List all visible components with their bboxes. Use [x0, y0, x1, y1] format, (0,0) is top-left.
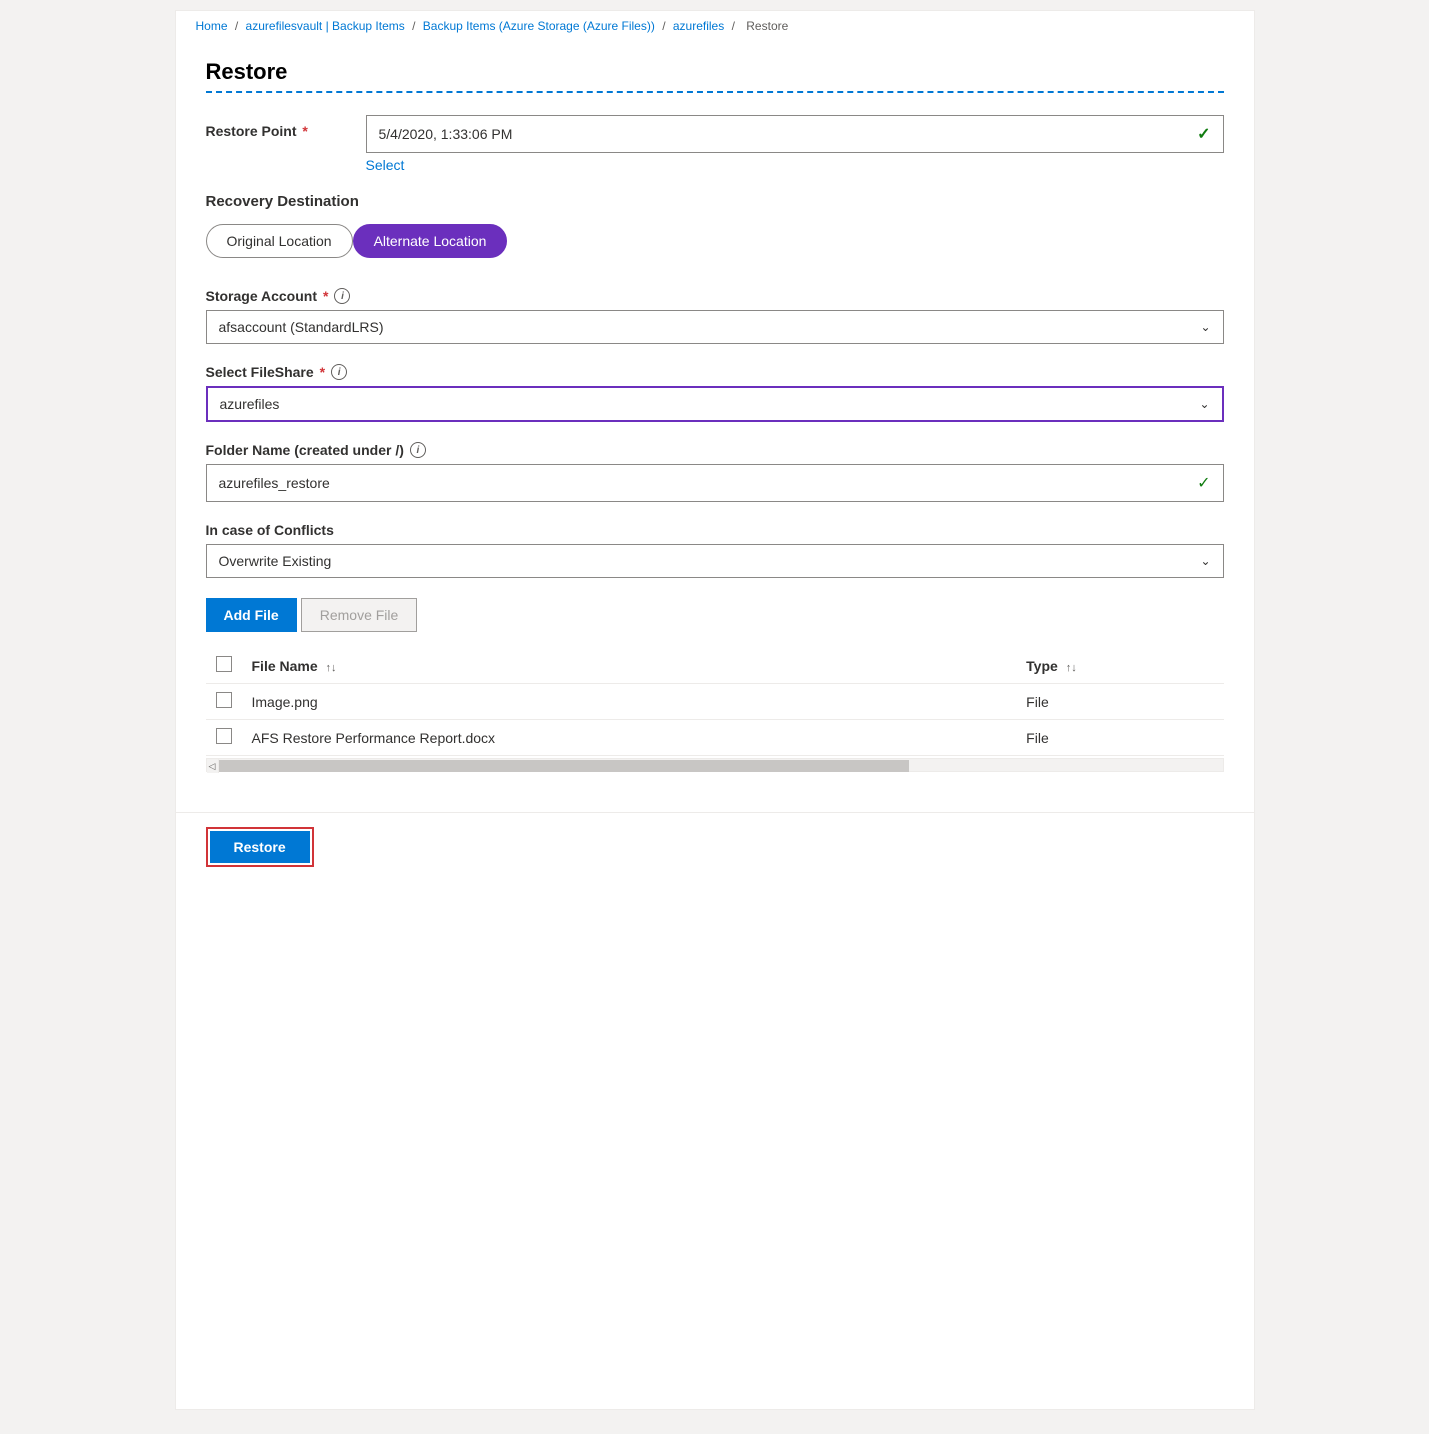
storage-account-value: afsaccount (StandardLRS): [219, 319, 384, 335]
file-type-sort-icon[interactable]: ↑↓: [1066, 662, 1077, 674]
folder-name-value: azurefiles_restore: [219, 475, 330, 491]
row-filename: AFS Restore Performance Report.docx: [242, 720, 1017, 756]
table-header-row: File Name ↑↓ Type ↑↓: [206, 648, 1224, 684]
breadcrumb-sep-4: /: [732, 19, 735, 33]
restore-point-wrapper: 5/4/2020, 1:33:06 PM ✓ Select: [366, 115, 1224, 173]
breadcrumb-vault[interactable]: azurefilesvault | Backup Items: [246, 19, 405, 33]
folder-name-info-icon[interactable]: i: [410, 442, 426, 458]
table-row: Image.png File: [206, 684, 1224, 720]
add-file-button[interactable]: Add File: [206, 598, 297, 632]
restore-point-input: 5/4/2020, 1:33:06 PM ✓: [366, 115, 1224, 153]
storage-account-info-icon[interactable]: i: [334, 288, 350, 304]
folder-name-section: Folder Name (created under /) i azurefil…: [206, 442, 1224, 502]
breadcrumb-sep-3: /: [662, 19, 665, 33]
file-table: File Name ↑↓ Type ↑↓ Image.png File: [206, 648, 1224, 756]
remove-file-button: Remove File: [301, 598, 418, 632]
restore-button[interactable]: Restore: [210, 831, 310, 863]
breadcrumb-sep-1: /: [235, 19, 238, 33]
conflicts-chevron-icon: ⌄: [1200, 554, 1210, 568]
fileshare-chevron-icon: ⌄: [1199, 397, 1209, 411]
original-location-btn[interactable]: Original Location: [206, 224, 353, 258]
bottom-bar: Restore: [176, 812, 1254, 881]
row-checkbox-cell[interactable]: [206, 684, 242, 720]
file-action-buttons: Add File Remove File: [206, 598, 1224, 632]
row-checkbox-cell[interactable]: [206, 720, 242, 756]
location-toggle: Original Location Alternate Location: [206, 224, 1224, 258]
table-row: AFS Restore Performance Report.docx File: [206, 720, 1224, 756]
storage-account-label: Storage Account * i: [206, 288, 1224, 304]
row-checkbox[interactable]: [216, 728, 232, 744]
folder-name-label: Folder Name (created under /) i: [206, 442, 1224, 458]
page-container: Home / azurefilesvault | Backup Items / …: [175, 10, 1255, 1410]
page-title: Restore: [206, 59, 1224, 85]
breadcrumb-restore: Restore: [746, 19, 788, 33]
restore-point-check-icon: ✓: [1197, 124, 1210, 144]
storage-account-section: Storage Account * i afsaccount (Standard…: [206, 288, 1224, 344]
folder-name-check-icon: ✓: [1197, 473, 1210, 493]
title-divider: [206, 91, 1224, 93]
restore-point-label: Restore Point *: [206, 115, 366, 139]
select-link[interactable]: Select: [366, 157, 405, 173]
file-table-body: Image.png File AFS Restore Performance R…: [206, 684, 1224, 756]
breadcrumb: Home / azurefilesvault | Backup Items / …: [176, 11, 1254, 39]
breadcrumb-azurefiles[interactable]: azurefiles: [673, 19, 724, 33]
file-type-header[interactable]: Type ↑↓: [1016, 648, 1223, 684]
file-name-header[interactable]: File Name ↑↓: [242, 648, 1017, 684]
alternate-location-btn[interactable]: Alternate Location: [353, 224, 508, 258]
folder-name-input[interactable]: azurefiles_restore ✓: [206, 464, 1224, 502]
conflicts-value: Overwrite Existing: [219, 553, 332, 569]
fileshare-dropdown[interactable]: azurefiles ⌄: [206, 386, 1224, 422]
row-filename: Image.png: [242, 684, 1017, 720]
breadcrumb-backup-items[interactable]: Backup Items (Azure Storage (Azure Files…: [423, 19, 655, 33]
fileshare-label: Select FileShare * i: [206, 364, 1224, 380]
select-all-checkbox-cell[interactable]: [206, 648, 242, 684]
storage-account-chevron-icon: ⌄: [1200, 320, 1210, 334]
conflicts-dropdown[interactable]: Overwrite Existing ⌄: [206, 544, 1224, 578]
fileshare-value: azurefiles: [220, 396, 280, 412]
row-type: File: [1016, 684, 1223, 720]
restore-button-wrapper: Restore: [206, 827, 314, 867]
recovery-destination-title: Recovery Destination: [206, 193, 1224, 210]
row-type: File: [1016, 720, 1223, 756]
file-name-sort-icon[interactable]: ↑↓: [326, 662, 337, 674]
scrollbar-thumb[interactable]: [219, 760, 910, 772]
breadcrumb-home[interactable]: Home: [196, 19, 228, 33]
fileshare-info-icon[interactable]: i: [331, 364, 347, 380]
conflicts-section: In case of Conflicts Overwrite Existing …: [206, 522, 1224, 578]
scroll-left-icon[interactable]: ◁: [207, 759, 219, 773]
restore-point-row: Restore Point * 5/4/2020, 1:33:06 PM ✓ S…: [206, 115, 1224, 173]
horizontal-scrollbar[interactable]: ◁: [206, 758, 1224, 772]
select-all-checkbox[interactable]: [216, 656, 232, 672]
content-area: Restore Restore Point * 5/4/2020, 1:33:0…: [176, 39, 1254, 802]
breadcrumb-sep-2: /: [412, 19, 415, 33]
conflicts-label: In case of Conflicts: [206, 522, 1224, 538]
row-checkbox[interactable]: [216, 692, 232, 708]
storage-account-dropdown[interactable]: afsaccount (StandardLRS) ⌄: [206, 310, 1224, 344]
fileshare-section: Select FileShare * i azurefiles ⌄: [206, 364, 1224, 422]
restore-point-value: 5/4/2020, 1:33:06 PM: [379, 126, 513, 142]
